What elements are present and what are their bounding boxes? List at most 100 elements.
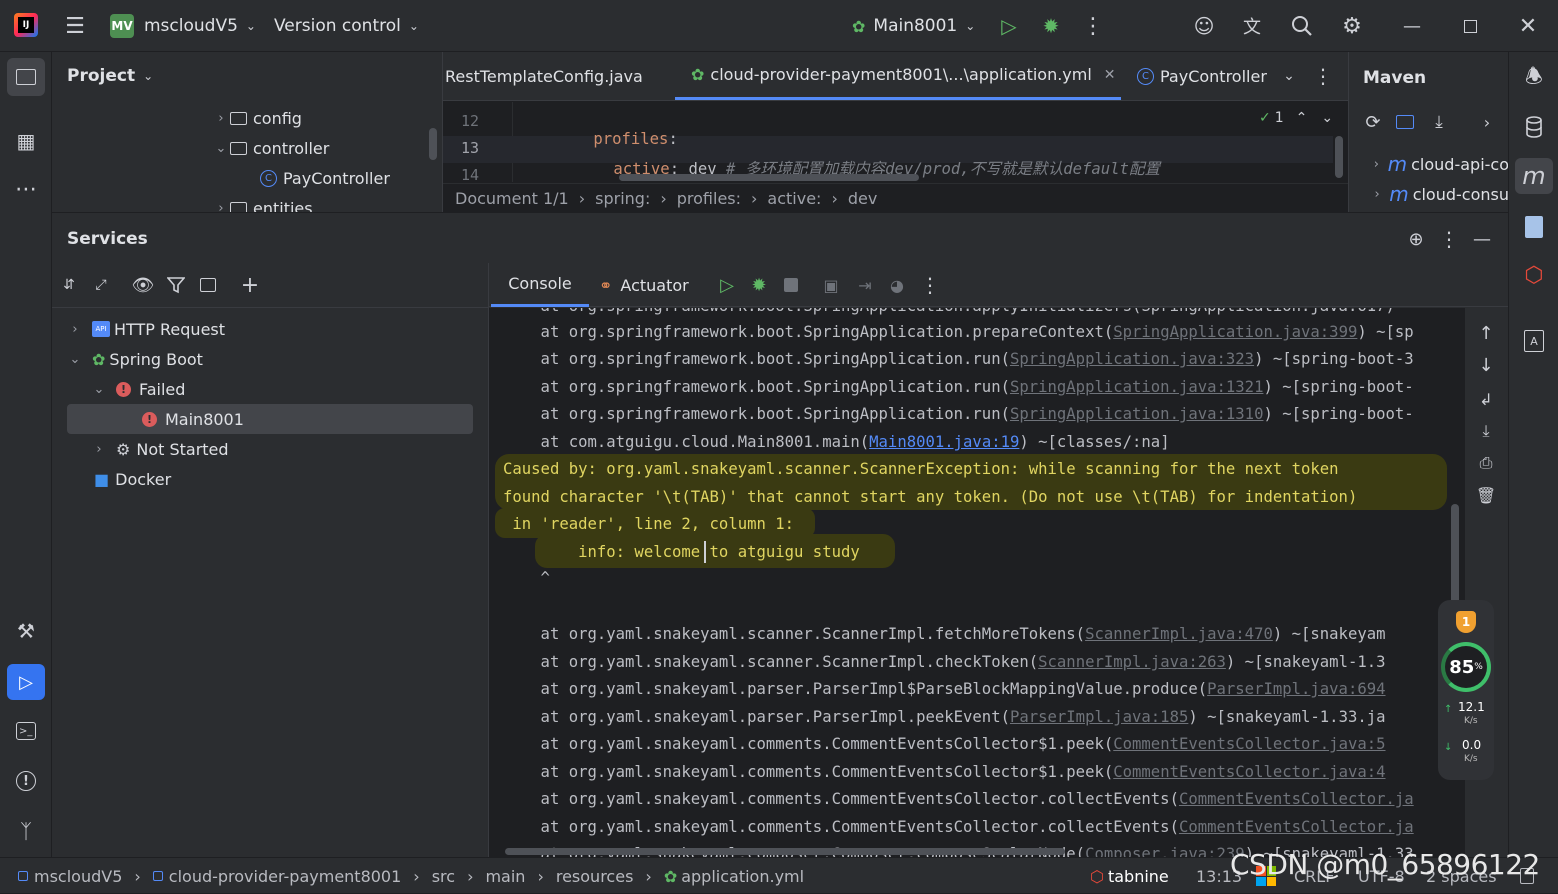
service-failed-group[interactable]: ⌄ ! Failed — [90, 374, 186, 404]
breadcrumb-item[interactable]: Document 1/1 — [455, 189, 569, 208]
expand-all-icon[interactable]: ⇵ — [58, 273, 80, 297]
project-tool-folder-icon[interactable] — [7, 58, 45, 96]
import-icon[interactable]: ⇥ — [853, 273, 877, 297]
settings-gear-icon[interactable]: ⚙ — [1338, 12, 1366, 40]
source-link[interactable]: ScannerImpl.java:263 — [1038, 653, 1226, 671]
source-link[interactable]: Main8001.java:19 — [869, 433, 1019, 451]
minimize-icon[interactable]: — — [1398, 12, 1426, 40]
tab-more-icon[interactable]: ⋮ — [1311, 64, 1335, 88]
ai-assistant-icon[interactable]: A — [1517, 324, 1551, 358]
console-horizontal-scrollbar[interactable] — [505, 848, 1065, 855]
editor-vertical-scrollbar[interactable] — [1335, 136, 1343, 178]
project-switcher[interactable]: MV mscloudV5 ⌄ — [110, 12, 256, 40]
breadcrumb-item[interactable]: spring: — [595, 189, 650, 208]
translate-icon[interactable]: 文 — [1238, 12, 1266, 40]
breadcrumb-item[interactable]: resources — [556, 867, 634, 886]
collapse-all-icon[interactable]: ⤢ — [90, 273, 112, 297]
breadcrumb-item[interactable]: active: — [767, 189, 821, 208]
vcs-menu[interactable]: Version control ⌄ — [274, 12, 419, 40]
breadcrumb-item[interactable]: mscloudV5 — [34, 867, 122, 886]
maven-tool-icon[interactable]: m — [1515, 158, 1553, 194]
service-docker[interactable]: ■ Docker — [94, 464, 171, 494]
add-user-icon[interactable]: ☺ — [1190, 12, 1218, 40]
source-link[interactable]: CommentEventsCollector.ja — [1179, 790, 1414, 808]
generate-sources-icon[interactable] — [1393, 110, 1417, 134]
editor-horizontal-scrollbar[interactable] — [619, 174, 919, 181]
source-link[interactable]: SpringApplication.java:399 — [1113, 323, 1357, 341]
close-tab-icon[interactable]: ✕ — [1104, 67, 1116, 83]
source-link[interactable]: ScannerImpl.java:470 — [1085, 625, 1273, 643]
tab-application-yml[interactable]: ✿ cloud-provider-payment8001\...\applica… — [675, 52, 1121, 100]
service-main8001[interactable]: ! Main8001 — [142, 404, 244, 434]
breadcrumb-item[interactable]: dev — [848, 189, 877, 208]
scroll-up-icon[interactable]: ↑ — [1474, 321, 1498, 345]
maximize-icon[interactable] — [1456, 12, 1484, 40]
breadcrumb-item[interactable]: cloud-provider-payment8001 — [169, 867, 402, 886]
terminal-icon[interactable]: >_ — [7, 714, 45, 748]
camera-icon[interactable]: ▣ — [819, 273, 843, 297]
debug-icon[interactable]: ✹ — [1038, 13, 1064, 39]
more-icon[interactable]: ⋮ — [919, 273, 941, 297]
options-menu-icon[interactable]: ⋮ — [1438, 227, 1460, 251]
app-logo-icon[interactable]: IJ — [14, 13, 38, 37]
scroll-to-end-icon[interactable]: ⤓ — [1474, 419, 1498, 443]
tree-item-controller[interactable]: ⌄ controller — [212, 133, 330, 163]
add-service-icon[interactable]: ⊕ — [1404, 227, 1428, 251]
chevron-up-icon[interactable]: ⌃ — [1296, 110, 1308, 126]
main-menu-icon[interactable]: ☰ — [62, 14, 88, 39]
filter-icon[interactable] — [164, 273, 188, 297]
plugin-icon[interactable] — [1517, 210, 1551, 244]
project-panel-header[interactable]: Project ⌄ — [67, 66, 153, 86]
scroll-down-icon[interactable]: ↓ — [1474, 353, 1498, 377]
network-monitor-widget[interactable]: 1 85% ↑ 12.1 K/s ↓ 0.0 K/s — [1438, 600, 1494, 780]
close-icon[interactable]: ✕ — [1514, 12, 1542, 40]
tab-resttemplateconfig[interactable]: RestTemplateConfig.java — [445, 52, 643, 100]
run-config-selector[interactable]: ✿ Main8001 ⌄ — [852, 12, 975, 40]
breadcrumb-item[interactable]: profiles: — [677, 189, 741, 208]
service-http-request[interactable]: › API HTTP Request — [66, 314, 225, 344]
tree-item-entities[interactable]: › entities — [212, 193, 313, 212]
build-hammer-icon[interactable]: ⚒ — [7, 614, 45, 648]
editor-code[interactable]: 12 13 14 profiles: active: dev # 多环境配置加载… — [443, 102, 1349, 182]
dashboard-icon[interactable]: ◕ — [885, 273, 909, 297]
source-link[interactable]: SpringApplication.java:1310 — [1010, 405, 1263, 423]
chevron-right-icon[interactable]: › — [1475, 110, 1499, 134]
view-eye-icon[interactable]: 👁 — [130, 273, 156, 297]
print-icon[interactable]: ⎙ — [1474, 451, 1498, 475]
more-actions-icon[interactable]: ⋮ — [1082, 13, 1104, 39]
breadcrumb-item[interactable]: src — [432, 867, 455, 886]
reload-icon[interactable]: ⟳ — [1361, 110, 1385, 134]
console-output[interactable]: at org.springframework.boot.SpringApplic… — [489, 308, 1465, 858]
source-link[interactable]: SpringApplication.java:1321 — [1010, 378, 1263, 396]
source-link[interactable]: SpringApplication.java:323 — [1010, 350, 1254, 368]
tabnine-status[interactable]: ⬡ tabnine — [1090, 858, 1169, 894]
breadcrumb-item[interactable]: main — [485, 867, 525, 886]
services-icon[interactable]: ▷ — [7, 664, 45, 700]
run-icon[interactable]: ▷ — [996, 13, 1022, 39]
more-tools-icon[interactable]: ⋯ — [7, 174, 45, 204]
stop-icon[interactable] — [779, 273, 803, 297]
hide-panel-icon[interactable]: — — [1470, 227, 1494, 251]
tree-item-paycontroller[interactable]: C PayController — [260, 163, 390, 193]
database-icon[interactable] — [1517, 110, 1551, 144]
source-link[interactable]: CommentEventsCollector.java:5 — [1113, 735, 1385, 753]
inspection-widget[interactable]: ✓ 1 ⌃ ⌄ — [1259, 110, 1333, 126]
chevron-down-icon[interactable]: ⌄ — [1321, 110, 1333, 126]
service-not-started-group[interactable]: › ⚙ Not Started — [90, 434, 228, 464]
tab-actuator[interactable]: ⚭ Actuator — [599, 263, 689, 307]
structure-icon[interactable]: ▦ — [7, 124, 45, 158]
problems-icon[interactable]: ! — [7, 764, 45, 798]
git-icon[interactable]: ᛉ — [7, 814, 45, 848]
search-icon[interactable] — [1288, 12, 1316, 40]
clear-trash-icon[interactable]: 🗑 — [1474, 483, 1498, 507]
service-spring-boot[interactable]: ⌄ ✿ Spring Boot — [66, 344, 203, 374]
source-link[interactable]: CommentEventsCollector.java:4 — [1113, 763, 1385, 781]
notifications-bell-icon[interactable]: 🕭 — [1517, 62, 1551, 96]
add-icon[interactable]: + — [238, 273, 262, 298]
rerun-icon[interactable]: ▷ — [715, 273, 739, 297]
tab-console[interactable]: Console — [491, 263, 589, 307]
redis-cube-icon[interactable]: ⬡ — [1517, 258, 1551, 292]
source-link[interactable]: ParserImpl.java:694 — [1207, 680, 1385, 698]
maven-item[interactable]: › m cloud-api-co — [1369, 151, 1509, 177]
source-link[interactable]: ParserImpl.java:185 — [1010, 708, 1188, 726]
